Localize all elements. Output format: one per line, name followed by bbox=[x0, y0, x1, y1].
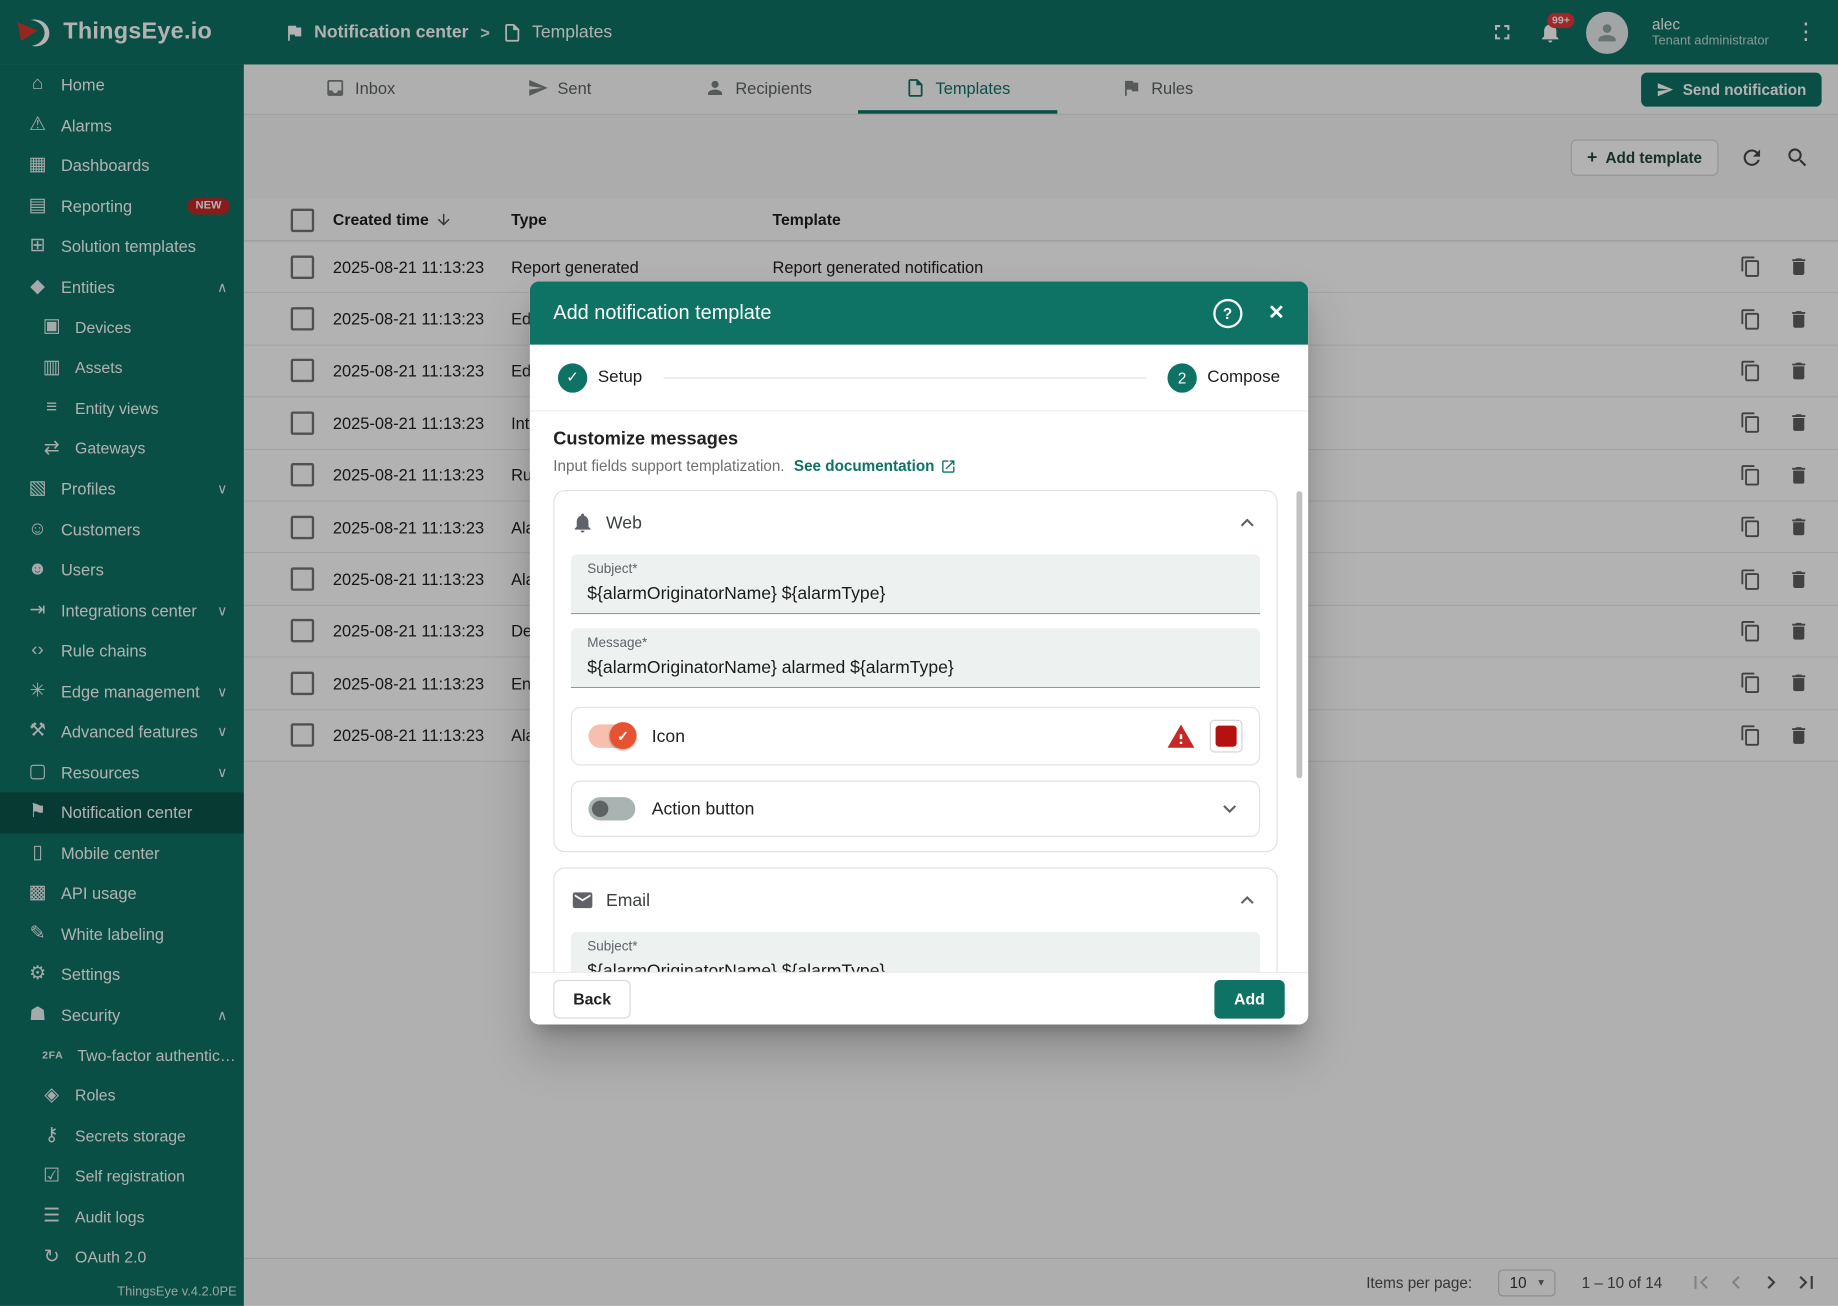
icon-row: ✓ Icon bbox=[571, 707, 1260, 766]
web-panel-title: Web bbox=[606, 513, 642, 533]
web-panel-header[interactable]: Web bbox=[571, 505, 1260, 540]
field-value: ${alarmOriginatorName} ${alarmType} bbox=[587, 584, 885, 604]
action-button-toggle[interactable] bbox=[588, 797, 635, 820]
toggle-thumb bbox=[592, 801, 608, 817]
customize-messages-heading: Customize messages bbox=[553, 429, 1277, 450]
app-window: ThingsEye.io Notification center > Templ… bbox=[0, 0, 1838, 1306]
stepper-connector bbox=[663, 377, 1146, 378]
step-label: Setup bbox=[598, 368, 642, 387]
envelope-icon bbox=[571, 889, 594, 912]
warning-icon-picker[interactable] bbox=[1166, 721, 1195, 750]
templatization-hint: Input fields support templatization. bbox=[553, 457, 784, 475]
close-icon[interactable]: ✕ bbox=[1268, 301, 1285, 324]
stepper: ✓ Setup 2 Compose bbox=[530, 345, 1308, 412]
color-swatch bbox=[1216, 726, 1237, 747]
email-panel: Email Subject* ${alarmOriginatorName} ${… bbox=[553, 867, 1277, 972]
doc-link-label: See documentation bbox=[794, 457, 935, 475]
see-documentation-link[interactable]: See documentation bbox=[794, 457, 957, 475]
chevron-up-icon[interactable] bbox=[1234, 887, 1260, 913]
dialog-header: Add notification template ? ✕ bbox=[530, 281, 1308, 344]
step-check-icon: ✓ bbox=[558, 363, 587, 392]
step-number: 2 bbox=[1167, 363, 1196, 392]
field-value: ${alarmOriginatorName} ${alarmType} bbox=[587, 961, 885, 973]
open-in-new-icon bbox=[940, 458, 956, 474]
bell-icon bbox=[571, 511, 594, 534]
action-button-label: Action button bbox=[652, 799, 755, 819]
web-message-field[interactable]: Message* ${alarmOriginatorName} alarmed … bbox=[571, 628, 1260, 688]
field-label: Message* bbox=[587, 637, 647, 651]
chevron-down-icon[interactable] bbox=[1217, 796, 1243, 822]
icon-color-picker[interactable] bbox=[1210, 720, 1243, 753]
step-compose[interactable]: 2 Compose bbox=[1167, 363, 1280, 392]
chevron-up-icon[interactable] bbox=[1234, 510, 1260, 536]
icon-toggle[interactable]: ✓ bbox=[588, 724, 635, 747]
add-button[interactable]: Add bbox=[1214, 979, 1285, 1018]
email-subject-field[interactable]: Subject* ${alarmOriginatorName} ${alarmT… bbox=[571, 932, 1260, 973]
dialog-scrollbar[interactable] bbox=[1296, 491, 1302, 778]
action-button-row: Action button bbox=[571, 781, 1260, 837]
email-panel-title: Email bbox=[606, 890, 650, 910]
toggle-thumb-check-icon: ✓ bbox=[610, 722, 637, 749]
dialog-scroll-area: Customize messages Input fields support … bbox=[530, 429, 1308, 973]
step-setup[interactable]: ✓ Setup bbox=[558, 363, 642, 392]
web-subject-field[interactable]: Subject* ${alarmOriginatorName} ${alarmT… bbox=[571, 554, 1260, 614]
step-label: Compose bbox=[1207, 368, 1280, 387]
dialog-body: ✓ Setup 2 Compose Customize messages Inp… bbox=[530, 345, 1308, 973]
back-button[interactable]: Back bbox=[553, 979, 631, 1018]
field-label: Subject* bbox=[587, 940, 637, 954]
field-value: ${alarmOriginatorName} alarmed ${alarmTy… bbox=[587, 658, 953, 678]
email-panel-header[interactable]: Email bbox=[571, 883, 1260, 918]
web-panel: Web Subject* ${alarmOriginatorName} ${al… bbox=[553, 490, 1277, 852]
icon-label: Icon bbox=[652, 726, 685, 746]
dialog-title: Add notification template bbox=[553, 301, 771, 324]
help-icon[interactable]: ? bbox=[1213, 298, 1242, 327]
field-label: Subject* bbox=[587, 563, 637, 577]
dialog-footer: Back Add bbox=[530, 973, 1308, 1025]
add-notification-template-dialog: Add notification template ? ✕ ✓ Setup 2 … bbox=[530, 281, 1308, 1024]
